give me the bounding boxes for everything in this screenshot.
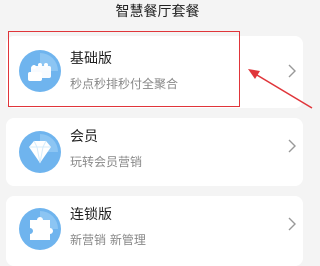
package-title: 连锁版 — [70, 207, 112, 223]
package-card-basic[interactable]: 基础版 秒点秒排秒付全聚合 — [6, 36, 303, 108]
page-title: 智慧餐厅套餐 — [115, 4, 200, 20]
package-subtitle: 玩转会员营销 — [70, 155, 143, 169]
package-subtitle: 秒点秒排秒付全聚合 — [70, 77, 179, 91]
chevron-right-icon — [288, 139, 296, 153]
chevron-right-icon — [288, 64, 296, 78]
package-title: 基础版 — [70, 51, 112, 67]
diamond-icon — [19, 131, 61, 173]
puzzle-icon — [19, 208, 61, 250]
package-card-member[interactable]: 会员 玩转会员营销 — [6, 118, 303, 186]
chevron-right-icon — [288, 217, 296, 231]
blocks-icon — [19, 50, 61, 92]
package-card-chain[interactable]: 连锁版 新营销 新管理 — [6, 196, 303, 266]
package-subtitle: 新营销 新管理 — [70, 233, 146, 247]
package-title: 会员 — [70, 129, 98, 145]
